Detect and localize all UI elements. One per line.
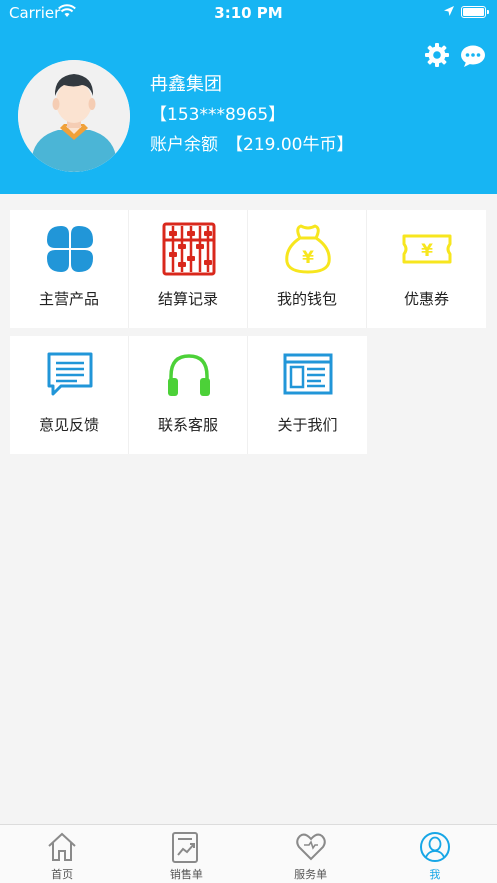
- account-balance: 账户余额 【219.00牛币】: [150, 130, 353, 155]
- menu-item-my-wallet[interactable]: ¥ 我的钱包: [248, 210, 367, 328]
- tab-service-orders[interactable]: 服务单: [249, 825, 373, 883]
- feedback-message-icon: [47, 352, 93, 396]
- home-icon: [48, 832, 76, 861]
- sales-chart-icon: [172, 832, 199, 863]
- tab-label: 服务单: [294, 868, 328, 881]
- abacus-icon: [162, 222, 216, 276]
- tab-home[interactable]: 首页: [0, 825, 124, 883]
- money-bag-icon: ¥: [285, 224, 331, 274]
- status-bar: Carrier 3:10 PM: [0, 0, 497, 26]
- balance-label: 账户余额: [150, 135, 218, 155]
- avatar[interactable]: [18, 60, 130, 172]
- menu-item-feedback[interactable]: 意见反馈: [10, 336, 129, 454]
- browser-window-icon: [283, 353, 333, 395]
- tab-label: 我: [429, 868, 441, 881]
- menu-label: 关于我们: [277, 416, 338, 434]
- gear-icon[interactable]: [424, 42, 450, 68]
- svg-text:¥: ¥: [302, 248, 314, 268]
- menu-label: 优惠券: [403, 290, 449, 308]
- user-profile-icon: [419, 832, 450, 862]
- company-name: 冉鑫集团: [150, 74, 222, 95]
- tab-sales-orders[interactable]: 销售单: [124, 825, 248, 883]
- profile-header: Carrier 3:10 PM 冉鑫集团 【153***8965】 账户余额 【…: [0, 0, 497, 194]
- chat-bubble-icon[interactable]: [460, 44, 486, 68]
- masked-phone: 【153***8965】: [150, 105, 286, 125]
- menu-label: 主营产品: [38, 290, 99, 308]
- menu-label: 结算记录: [157, 290, 218, 308]
- location-arrow-icon: [444, 6, 454, 16]
- tab-label: 首页: [51, 868, 74, 881]
- menu-row-1: 主营产品 结算记录 ¥ 我的钱包 ¥ 优惠券: [10, 210, 486, 328]
- tab-me[interactable]: 我: [373, 825, 497, 883]
- menu-row-2: 意见反馈 联系客服 关于我们: [10, 336, 367, 454]
- menu-item-settlement-records[interactable]: 结算记录: [129, 210, 248, 328]
- heart-icon: [295, 833, 326, 861]
- bottom-tab-bar: 首页 销售单 服务单 我: [0, 824, 497, 883]
- coupon-ticket-icon: ¥: [402, 234, 452, 264]
- tab-label: 销售单: [169, 868, 203, 881]
- menu-item-about-us[interactable]: 关于我们: [248, 336, 367, 454]
- menu-item-coupons[interactable]: ¥ 优惠券: [367, 210, 486, 328]
- menu-label: 联系客服: [157, 416, 218, 434]
- clover-grid-icon: [47, 226, 93, 272]
- battery-icon: [461, 6, 489, 18]
- headphones-icon: [168, 354, 210, 396]
- menu-label: 意见反馈: [38, 416, 99, 434]
- menu-label: 我的钱包: [276, 290, 337, 308]
- user-avatar-illustration-icon: [18, 60, 130, 172]
- clock-time: 3:10 PM: [214, 4, 283, 22]
- menu-item-customer-service[interactable]: 联系客服: [129, 336, 248, 454]
- menu-item-main-products[interactable]: 主营产品: [10, 210, 129, 328]
- balance-value: 【219.00牛币】: [226, 135, 354, 155]
- svg-text:¥: ¥: [421, 241, 433, 261]
